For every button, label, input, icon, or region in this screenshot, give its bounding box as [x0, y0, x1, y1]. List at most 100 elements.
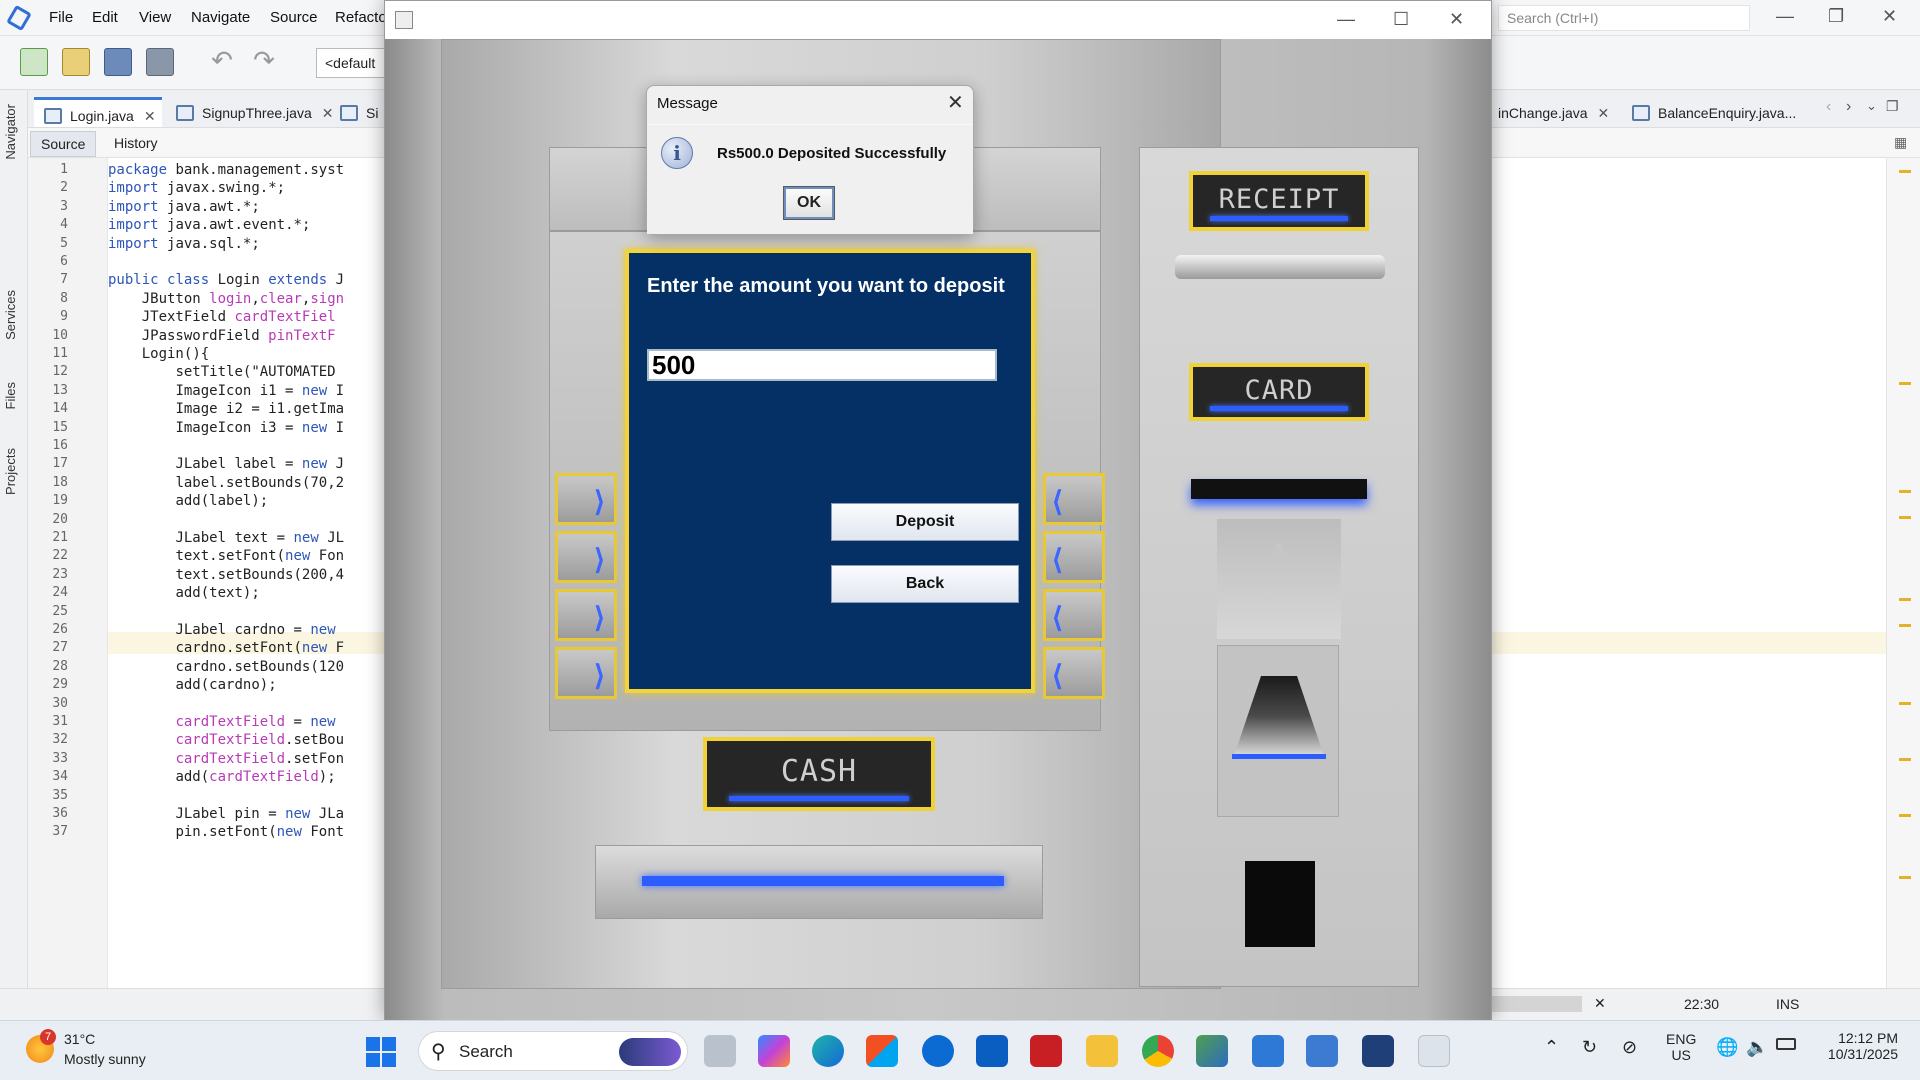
tab-balanceenquiry-java[interactable]: BalanceEnquiry.java...: [1622, 97, 1806, 127]
file-explorer-icon[interactable]: [1086, 1035, 1118, 1067]
code-line[interactable]: JLabel text = new JL: [108, 530, 344, 546]
mysql-workbench-icon[interactable]: [1362, 1035, 1394, 1067]
sync-icon[interactable]: ↻: [1582, 1037, 1597, 1058]
files-tab[interactable]: Files: [3, 382, 18, 409]
code-line[interactable]: setTitle("AUTOMATED: [108, 364, 344, 380]
menu-file[interactable]: File: [49, 9, 73, 26]
code-line[interactable]: cardTextField.setFon: [108, 751, 344, 767]
menu-refactor[interactable]: Refacto: [335, 9, 387, 26]
tab-signupthree-java[interactable]: SignupThree.java ✕: [166, 97, 333, 127]
split-view-icon[interactable]: ▦: [1894, 134, 1907, 151]
maximize-icon[interactable]: ☐: [1393, 9, 1409, 30]
code-line[interactable]: Image i2 = i1.getIma: [108, 401, 344, 417]
tabs-right-icon[interactable]: ›: [1846, 98, 1851, 116]
code-line[interactable]: ImageIcon i1 = new I: [108, 383, 344, 399]
code-line[interactable]: pin.setFont(new Font: [108, 824, 344, 840]
undo-icon[interactable]: ↶: [208, 47, 236, 76]
copilot-icon[interactable]: [758, 1035, 790, 1067]
code-line[interactable]: import java.sql.*;: [108, 236, 260, 252]
minimize-icon[interactable]: —: [1337, 9, 1355, 30]
code-line[interactable]: text.setBounds(200,4: [108, 567, 344, 583]
start-windows-icon[interactable]: [366, 1037, 396, 1067]
ide-search-input[interactable]: Search (Ctrl+I): [1498, 5, 1750, 31]
tabs-dropdown-icon[interactable]: ⌄: [1866, 98, 1877, 114]
open-project-icon[interactable]: [104, 48, 132, 76]
code-line[interactable]: import java.awt.event.*;: [108, 217, 310, 233]
redo-icon[interactable]: ↷: [250, 47, 278, 76]
code-line[interactable]: add(cardTextField);: [108, 769, 335, 785]
outlook-icon[interactable]: [976, 1035, 1008, 1067]
configuration-select[interactable]: <default: [316, 48, 386, 78]
code-line[interactable]: label.setBounds(70,2: [108, 475, 344, 491]
tabs-left-icon[interactable]: ‹: [1826, 98, 1831, 116]
code-line[interactable]: Login(){: [108, 346, 209, 362]
code-line[interactable]: add(label);: [108, 493, 268, 509]
netbeans-taskbar-icon[interactable]: [1306, 1035, 1338, 1067]
code-line[interactable]: public class Login extends J: [108, 272, 344, 288]
back-button[interactable]: Back: [831, 565, 1019, 603]
close-tab-icon[interactable]: ✕: [1598, 105, 1610, 121]
close-icon[interactable]: ✕: [1882, 6, 1897, 27]
code-line[interactable]: text.setFont(new Fon: [108, 548, 344, 564]
java-app-taskbar-icon[interactable]: [1418, 1035, 1450, 1067]
chrome-icon[interactable]: [1142, 1035, 1174, 1067]
store-icon[interactable]: [866, 1035, 898, 1067]
menu-edit[interactable]: Edit: [92, 9, 118, 26]
services-tab[interactable]: Services: [3, 290, 18, 340]
code-line[interactable]: import javax.swing.*;: [108, 180, 285, 196]
code-line[interactable]: cardTextField = new: [108, 714, 344, 730]
ok-button[interactable]: OK: [783, 186, 835, 220]
code-line[interactable]: import java.awt.*;: [108, 199, 260, 215]
hp-icon[interactable]: [922, 1035, 954, 1067]
restore-icon[interactable]: ❐: [1828, 6, 1844, 27]
code-line[interactable]: JLabel pin = new JLa: [108, 806, 344, 822]
battery-icon[interactable]: [1776, 1038, 1796, 1050]
tab-pinchange-java[interactable]: inChange.java ✕: [1494, 97, 1619, 127]
globe-icon[interactable]: 🌐: [1716, 1037, 1738, 1058]
mcafee-icon[interactable]: [1030, 1035, 1062, 1067]
network-off-icon[interactable]: ⊘: [1622, 1037, 1637, 1058]
tab-login-java[interactable]: Login.java ✕: [34, 97, 162, 127]
close-icon[interactable]: ✕: [1449, 9, 1464, 30]
app-icon[interactable]: [1196, 1035, 1228, 1067]
language-indicator[interactable]: ENG US: [1666, 1031, 1696, 1063]
volume-icon[interactable]: 🔈: [1746, 1037, 1768, 1058]
code-line[interactable]: add(cardno);: [108, 677, 276, 693]
new-file-icon[interactable]: [20, 48, 48, 76]
weather-desc[interactable]: Mostly sunny: [64, 1051, 146, 1067]
minimize-icon[interactable]: —: [1776, 6, 1794, 27]
edge-icon[interactable]: [812, 1035, 844, 1067]
menu-source[interactable]: Source: [270, 9, 318, 26]
menu-navigate[interactable]: Navigate: [191, 9, 250, 26]
source-tab[interactable]: Source: [30, 131, 97, 157]
task-view-icon[interactable]: [704, 1035, 736, 1067]
code-line[interactable]: JLabel label = new J: [108, 456, 344, 472]
code-line[interactable]: package bank.management.syst: [108, 162, 344, 178]
taskbar-search[interactable]: ⚲ Search: [418, 1031, 688, 1071]
show-hidden-icons-icon[interactable]: ⌃: [1544, 1037, 1559, 1058]
notepad-icon[interactable]: [1252, 1035, 1284, 1067]
amount-input[interactable]: 500: [647, 349, 997, 381]
status-close-icon[interactable]: ✕: [1594, 995, 1606, 1012]
code-line[interactable]: cardno.setFont(new F: [108, 640, 344, 656]
menu-view[interactable]: View: [139, 9, 171, 26]
code-line[interactable]: cardTextField.setBou: [108, 732, 344, 748]
code-line[interactable]: cardno.setBounds(120: [108, 659, 344, 675]
code-line[interactable]: JButton login,clear,sign: [108, 291, 344, 307]
maximize-editor-icon[interactable]: ❐: [1886, 98, 1899, 115]
navigator-tab[interactable]: Navigator: [3, 104, 18, 160]
tab-partial[interactable]: Si: [330, 97, 378, 127]
history-tab[interactable]: History: [114, 135, 158, 151]
clock[interactable]: 12:12 PM 10/31/2025: [1818, 1030, 1898, 1062]
weather-temp[interactable]: 31°C: [64, 1031, 95, 1047]
close-tab-icon[interactable]: ✕: [144, 108, 156, 124]
code-line[interactable]: JTextField cardTextFiel: [108, 309, 336, 325]
close-icon[interactable]: ✕: [947, 90, 964, 115]
save-all-icon[interactable]: [146, 48, 174, 76]
projects-tab[interactable]: Projects: [3, 448, 18, 495]
code-line[interactable]: JLabel cardno = new: [108, 622, 344, 638]
code-line[interactable]: add(text);: [108, 585, 259, 601]
deposit-button[interactable]: Deposit: [831, 503, 1019, 541]
new-project-icon[interactable]: [62, 48, 90, 76]
code-line[interactable]: JPasswordField pinTextF: [108, 328, 336, 344]
